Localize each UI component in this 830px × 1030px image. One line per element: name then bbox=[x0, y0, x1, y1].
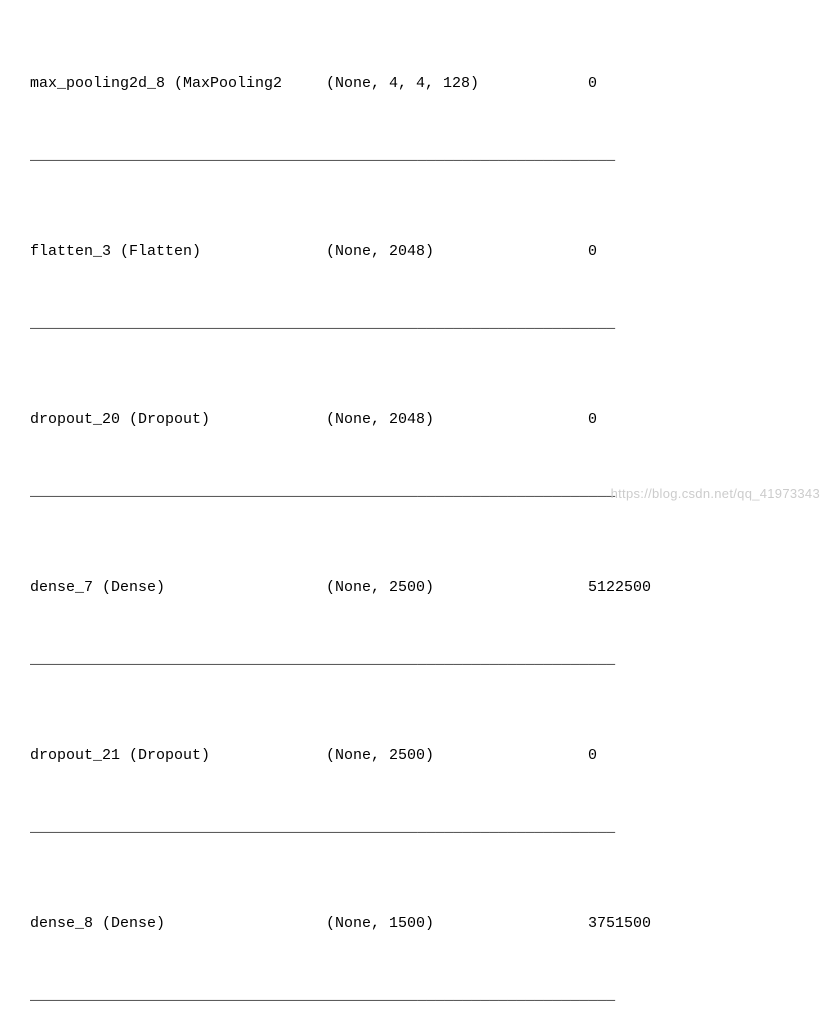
table-row: flatten_3 (Flatten) (None, 2048) 0 bbox=[30, 240, 800, 264]
row-divider: ________________________________________… bbox=[30, 312, 800, 336]
table-row: dense_8 (Dense) (None, 1500) 3751500 bbox=[30, 912, 800, 936]
table-row: dense_7 (Dense) (None, 2500) 5122500 bbox=[30, 576, 800, 600]
layer-params: 0 bbox=[588, 240, 800, 264]
layer-params: 5122500 bbox=[588, 576, 800, 600]
layer-params: 3751500 bbox=[588, 912, 800, 936]
model-summary-output: max_pooling2d_8 (MaxPooling2 (None, 4, 4… bbox=[30, 0, 800, 1030]
table-row: max_pooling2d_8 (MaxPooling2 (None, 4, 4… bbox=[30, 72, 800, 96]
row-divider: ________________________________________… bbox=[30, 984, 800, 1008]
layer-output-shape: (None, 4, 4, 128) bbox=[326, 72, 588, 96]
layer-output-shape: (None, 2500) bbox=[326, 576, 588, 600]
layer-name: dense_7 (Dense) bbox=[30, 576, 326, 600]
layer-output-shape: (None, 2048) bbox=[326, 408, 588, 432]
layer-name: flatten_3 (Flatten) bbox=[30, 240, 326, 264]
layer-output-shape: (None, 2500) bbox=[326, 744, 588, 768]
table-row: dropout_21 (Dropout) (None, 2500) 0 bbox=[30, 744, 800, 768]
row-divider: ________________________________________… bbox=[30, 144, 800, 168]
layer-name: dense_8 (Dense) bbox=[30, 912, 326, 936]
watermark-text: https://blog.csdn.net/qq_41973343 bbox=[611, 484, 820, 505]
layer-output-shape: (None, 2048) bbox=[326, 240, 588, 264]
layer-name: max_pooling2d_8 (MaxPooling2 bbox=[30, 72, 326, 96]
row-divider: ________________________________________… bbox=[30, 648, 800, 672]
table-row: dropout_20 (Dropout) (None, 2048) 0 bbox=[30, 408, 800, 432]
layer-name: dropout_21 (Dropout) bbox=[30, 744, 326, 768]
layer-output-shape: (None, 1500) bbox=[326, 912, 588, 936]
layer-params: 0 bbox=[588, 744, 800, 768]
row-divider: ________________________________________… bbox=[30, 816, 800, 840]
layer-params: 0 bbox=[588, 72, 800, 96]
layer-name: dropout_20 (Dropout) bbox=[30, 408, 326, 432]
layer-params: 0 bbox=[588, 408, 800, 432]
